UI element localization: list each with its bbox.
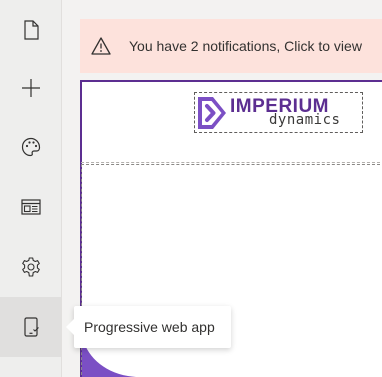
left-rail bbox=[0, 0, 62, 377]
tooltip-text: Progressive web app bbox=[84, 319, 215, 335]
pwa-tooltip: Progressive web app bbox=[66, 306, 231, 348]
notification-banner[interactable]: You have 2 notifications, Click to view bbox=[80, 19, 382, 73]
layout-icon bbox=[20, 199, 41, 215]
rail-settings-button[interactable] bbox=[0, 237, 61, 297]
header-zone[interactable]: IMPERIUM dynamics bbox=[80, 80, 380, 162]
logo-word-dynamics: dynamics bbox=[269, 111, 341, 128]
rail-page-button[interactable] bbox=[0, 0, 61, 60]
logo-wordmark: IMPERIUM dynamics bbox=[230, 95, 360, 131]
rail-theme-button[interactable] bbox=[0, 117, 61, 177]
gear-icon bbox=[21, 257, 40, 277]
site-logo[interactable]: IMPERIUM dynamics bbox=[194, 92, 363, 133]
rail-layout-button[interactable] bbox=[0, 177, 61, 237]
palette-icon bbox=[21, 137, 40, 157]
rail-pwa-button[interactable] bbox=[0, 297, 61, 357]
warning-icon bbox=[91, 37, 111, 55]
add-icon bbox=[21, 79, 40, 97]
rail-add-button[interactable] bbox=[0, 58, 61, 118]
mobile-app-icon bbox=[23, 317, 39, 337]
page-icon bbox=[23, 20, 39, 40]
imperium-logo-mark-icon bbox=[198, 96, 226, 129]
notification-text: You have 2 notifications, Click to view bbox=[129, 38, 362, 54]
